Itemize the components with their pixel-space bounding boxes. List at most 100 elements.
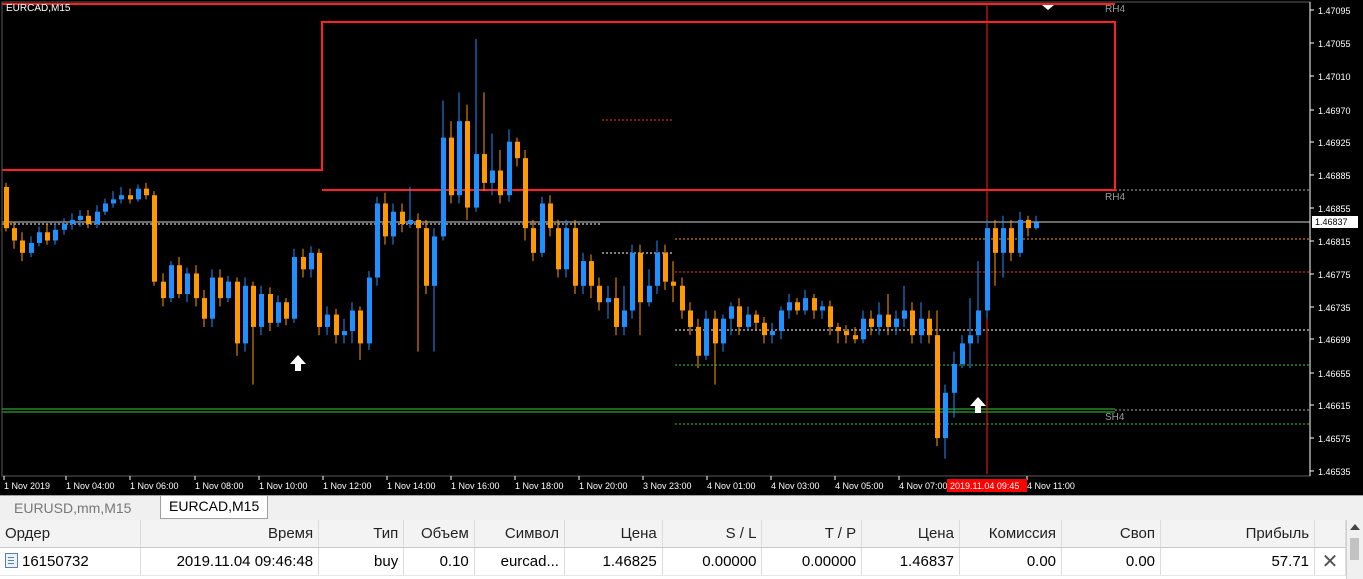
- candle-body: [1009, 228, 1014, 253]
- col-tp[interactable]: T / P: [761, 520, 863, 548]
- candle-body: [671, 281, 676, 286]
- candle-body: [877, 314, 882, 327]
- time-tick-label: 4 Nov 01:00: [707, 481, 756, 491]
- price-tick-label: 1.46925: [1318, 138, 1351, 148]
- candle-body: [828, 306, 833, 327]
- cell-profit: 57.71: [1160, 547, 1316, 576]
- candle-body: [556, 228, 561, 270]
- candle-body: [29, 242, 34, 253]
- candle-body: [358, 310, 363, 344]
- candle-body: [416, 219, 421, 229]
- candle-body: [37, 232, 42, 243]
- col-time[interactable]: Время: [140, 520, 320, 548]
- candle-body: [177, 265, 182, 295]
- candle-body: [490, 170, 495, 183]
- candle-body: [927, 318, 932, 336]
- candle-body: [1026, 219, 1031, 229]
- candle-body: [276, 302, 281, 323]
- candle-body: [301, 256, 306, 270]
- col-type[interactable]: Тип: [318, 520, 405, 548]
- price-tick-label: 1.46775: [1318, 270, 1351, 280]
- cell-type: buy: [318, 547, 405, 576]
- price-tick-label: 1.46815: [1318, 237, 1351, 247]
- candle-body: [325, 314, 330, 327]
- candle-body: [919, 318, 924, 336]
- time-axis: 1 Nov 2019 1 Nov 04:00 1 Nov 06:00 1 Nov 08…: [3, 476, 1075, 492]
- col-volume[interactable]: Объем: [403, 520, 475, 548]
- tab-eurcad[interactable]: EURCAD,M15: [160, 496, 269, 519]
- table-row[interactable]: 16150732 2019.11.04 09:46:48 buy 0.10 eu…: [0, 547, 1346, 576]
- col-commission[interactable]: Комиссия: [959, 520, 1063, 548]
- candle-body: [136, 188, 141, 200]
- candle-body: [779, 310, 784, 332]
- time-marker-label: 2019.11.04 09:45: [950, 481, 1019, 491]
- candle-body: [820, 306, 825, 311]
- col-swap[interactable]: Своп: [1061, 520, 1162, 548]
- col-current-price[interactable]: Цена: [861, 520, 960, 548]
- orders-scrollbar[interactable]: [1346, 520, 1363, 579]
- col-order[interactable]: Ордер: [0, 520, 142, 548]
- col-price[interactable]: Цена: [564, 520, 663, 548]
- candle-body: [391, 211, 396, 237]
- tab-eurusd[interactable]: EURUSD,mm,M15: [6, 498, 139, 518]
- candle-body: [78, 215, 83, 220]
- candle-body: [432, 236, 437, 286]
- price-tick-label: 1.46970: [1318, 106, 1351, 116]
- chart-area[interactable]: RH4 RH4 SH4 1.47095 1.47055 1.47010 1.46970 1.…: [0, 0, 1363, 495]
- candle-body: [523, 158, 528, 229]
- candle-body: [243, 285, 248, 344]
- candle-body: [993, 228, 998, 253]
- time-tick-label: 3 Nov 23:00: [643, 481, 692, 491]
- candle-body: [515, 141, 520, 159]
- cell-tp: 0.00000: [761, 547, 863, 576]
- price-tick-label: 1.46575: [1318, 434, 1351, 444]
- rh4-top-label: RH4: [1105, 4, 1125, 15]
- chart-tabs: EURUSD,mm,M15 EURCAD,M15: [0, 495, 1363, 520]
- candle-body: [210, 277, 215, 319]
- candle-body: [482, 154, 487, 183]
- candle-body: [218, 277, 223, 299]
- symbol-label: EURCAD,M15: [6, 3, 71, 14]
- col-sl[interactable]: S / L: [662, 520, 763, 548]
- candle-body: [441, 137, 446, 237]
- candle-body: [952, 363, 957, 393]
- time-tick-label: 1 Nov 2019: [4, 481, 50, 491]
- candle-body: [688, 310, 693, 327]
- candle-body: [400, 211, 405, 225]
- candle-body: [95, 211, 100, 225]
- candle-body: [680, 285, 685, 311]
- scroll-thumb[interactable]: [1350, 538, 1359, 560]
- candle-body: [836, 326, 841, 332]
- candle-body: [762, 322, 767, 336]
- candle-body: [169, 265, 174, 299]
- candle-body: [746, 314, 751, 327]
- orders-table: Ордер Время Тип Объем Символ Цена S / L …: [0, 520, 1346, 576]
- col-profit[interactable]: Прибыль: [1160, 520, 1316, 548]
- candle-body: [606, 298, 611, 303]
- col-symbol[interactable]: Символ: [474, 520, 565, 548]
- close-order-button[interactable]: ✕: [1314, 547, 1346, 576]
- candle-body: [985, 228, 990, 311]
- candle-body: [226, 281, 231, 299]
- candle-body: [383, 203, 388, 237]
- scroll-up-icon[interactable]: [1350, 524, 1360, 530]
- candle-body: [770, 331, 775, 336]
- time-tick-label: 4 Nov 07:00: [899, 481, 948, 491]
- candle-body: [581, 261, 586, 286]
- candle-body: [573, 228, 578, 286]
- cell-volume: 0.10: [403, 547, 475, 576]
- time-tick-label: 1 Nov 18:00: [515, 481, 564, 491]
- candle-body: [663, 252, 668, 282]
- candle-body: [531, 228, 536, 253]
- candle-body: [803, 298, 808, 311]
- candle-body: [350, 310, 355, 332]
- candle-body: [465, 121, 470, 208]
- candle-body: [408, 219, 413, 225]
- candle-body: [194, 273, 199, 299]
- price-chart[interactable]: RH4 RH4 SH4 1.47095 1.47055 1.47010 1.46970 1.…: [0, 0, 1363, 495]
- candle-body: [284, 302, 289, 319]
- time-tick-label: 1 Nov 06:00: [130, 481, 179, 491]
- candle-body: [853, 335, 858, 340]
- cell-commission: 0.00: [959, 547, 1063, 576]
- time-tick-label: 1 Nov 08:00: [195, 481, 244, 491]
